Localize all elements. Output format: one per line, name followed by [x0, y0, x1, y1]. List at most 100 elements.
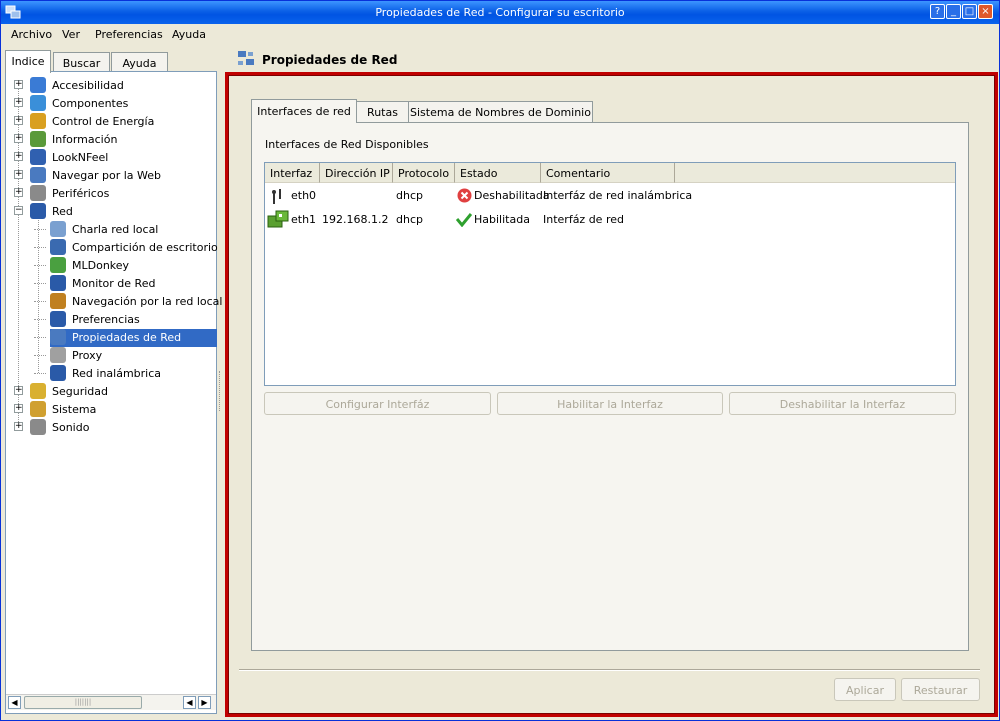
tab-buscar[interactable]: Buscar [53, 52, 110, 72]
interfaces-list[interactable]: Interfaz Dirección IP Protocolo Estado C… [264, 162, 956, 386]
panel-splitter-handle[interactable] [219, 371, 222, 411]
tree-item-label: Control de Energía [52, 115, 155, 128]
tree-connector [34, 229, 46, 230]
tree-item-label: Propiedades de Red [72, 331, 182, 344]
accessibility-icon [30, 77, 46, 93]
column-header-protocolo[interactable]: Protocolo [393, 163, 455, 183]
title-bar[interactable]: Propiedades de Red - Configurar su escri… [1, 1, 999, 24]
tree-item[interactable]: Propiedades de Red [6, 328, 216, 346]
tree-item[interactable]: Proxy [6, 346, 216, 364]
expand-icon[interactable]: + [14, 152, 23, 161]
tree-item[interactable]: Compartición de escritorio [6, 238, 218, 256]
tree-item-label: Accesibilidad [52, 79, 124, 92]
tab-dns[interactable]: Sistema de Nombres de Dominio [408, 101, 593, 122]
tab-rutas[interactable]: Rutas [356, 101, 409, 122]
tree-item-label: Periféricos [52, 187, 110, 200]
bottom-separator [239, 669, 980, 671]
expand-icon[interactable]: + [14, 116, 23, 125]
row-estado: Habilitada [474, 213, 530, 226]
expand-icon[interactable]: + [14, 80, 23, 89]
tree-item[interactable]: Charla red local [6, 220, 216, 238]
tab-indice[interactable]: Indice [5, 50, 51, 73]
tree-item[interactable]: + Seguridad [6, 382, 216, 400]
expand-icon[interactable]: + [14, 386, 23, 395]
row-comentario: Interfáz de red [543, 213, 624, 226]
proxy-icon [50, 347, 66, 363]
column-header-estado[interactable]: Estado [455, 163, 541, 183]
expand-icon[interactable]: + [14, 188, 23, 197]
menu-ver[interactable]: Ver [62, 28, 80, 41]
configure-interface-button[interactable]: Configurar Interfáz [264, 392, 491, 415]
checkmark-icon [456, 213, 472, 227]
sound-icon [30, 419, 46, 435]
tree-item[interactable]: + Componentes [6, 94, 216, 112]
expand-icon[interactable]: + [14, 98, 23, 107]
tree-item[interactable]: + Información [6, 130, 216, 148]
page-title: Propiedades de Red [262, 53, 398, 67]
expand-icon[interactable]: + [14, 404, 23, 413]
tree-item[interactable]: MLDonkey [6, 256, 216, 274]
tree-item[interactable]: + Navegar por la Web [6, 166, 216, 184]
table-row[interactable]: eth1 192.168.1.2 dhcp Habilitada Interfá… [265, 207, 955, 231]
scroll-left-arrow-icon[interactable]: ◀ [8, 696, 21, 709]
app-window: Propiedades de Red - Configurar su escri… [0, 0, 1000, 721]
tree-item[interactable]: Preferencias [6, 310, 216, 328]
tree-item[interactable]: + Accesibilidad [6, 76, 216, 94]
disabled-x-icon [457, 188, 472, 203]
tree-connector [34, 265, 46, 266]
menu-preferencias[interactable]: Preferencias [95, 28, 163, 41]
column-header-interfaz[interactable]: Interfaz [265, 163, 320, 183]
tree-item[interactable]: Red inalámbrica [6, 364, 216, 382]
restore-button[interactable]: Restaurar [901, 678, 980, 701]
maximize-button[interactable]: □ [962, 4, 977, 19]
tree-item-label: LookNFeel [52, 151, 109, 164]
tree-item-label: Proxy [72, 349, 103, 362]
help-button[interactable]: ? [930, 4, 945, 19]
tree-item[interactable]: − Red [6, 202, 216, 220]
menu-ayuda[interactable]: Ayuda [172, 28, 206, 41]
tree-item-label: Compartición de escritorio [72, 241, 218, 254]
collapse-icon[interactable]: − [14, 206, 23, 215]
tree-item-label: MLDonkey [72, 259, 130, 272]
tree-connector [34, 319, 46, 320]
interfaces-group-label: Interfaces de Red Disponibles [265, 138, 429, 151]
tree-item[interactable]: Monitor de Red [6, 274, 216, 292]
tree-item[interactable]: + Sonido [6, 418, 216, 436]
tree-item[interactable]: + Control de Energía [6, 112, 216, 130]
tree-item-label: Sonido [52, 421, 90, 434]
tree-item-label: Navegación por la red local [72, 295, 223, 308]
scroll-left-arrow-icon[interactable]: ◀ [183, 696, 196, 709]
expand-icon[interactable]: + [14, 422, 23, 431]
tree-item-label: Componentes [52, 97, 129, 110]
wireless-icon [50, 365, 66, 381]
tree-connector [34, 373, 46, 374]
tree-item[interactable]: + Sistema [6, 400, 216, 418]
column-header-ip[interactable]: Dirección IP [320, 163, 393, 183]
menu-bar: Archivo Ver Preferencias Ayuda [1, 25, 999, 47]
table-row[interactable]: eth0 dhcp Deshabilitada Interfáz de red … [265, 183, 955, 207]
mldonkey-icon [50, 257, 66, 273]
tree-item-label: Seguridad [52, 385, 108, 398]
column-header-comentario[interactable]: Comentario [541, 163, 675, 183]
tab-ayuda[interactable]: Ayuda [111, 52, 168, 72]
tree-item[interactable]: Navegación por la red local [6, 292, 222, 310]
tree-item[interactable]: + LookNFeel [6, 148, 216, 166]
tab-interfaces-de-red[interactable]: Interfaces de red [251, 99, 357, 123]
scroll-thumb[interactable]: ||||||| [24, 696, 142, 709]
appearance-icon [30, 149, 46, 165]
tree-item[interactable]: + Periféricos [6, 184, 216, 202]
scroll-right-arrow-icon[interactable]: ▶ [198, 696, 211, 709]
apply-button[interactable]: Aplicar [834, 678, 896, 701]
disable-interface-button[interactable]: Deshabilitar la Interfaz [729, 392, 956, 415]
desktop-share-icon [50, 239, 66, 255]
network-properties-icon [238, 51, 254, 65]
expand-icon[interactable]: + [14, 170, 23, 179]
expand-icon[interactable]: + [14, 134, 23, 143]
menu-archivo[interactable]: Archivo [11, 28, 52, 41]
window-title: Propiedades de Red - Configurar su escri… [375, 6, 625, 19]
minimize-button[interactable]: _ [946, 4, 961, 19]
close-button[interactable]: × [978, 4, 993, 19]
tree-panel[interactable]: + Accesibilidad + Componentes + Control de En… [5, 71, 222, 714]
tree-horizontal-scrollbar[interactable]: ◀ ||||||| ◀ ▶ [6, 694, 216, 710]
enable-interface-button[interactable]: Habilitar la Interfaz [497, 392, 723, 415]
